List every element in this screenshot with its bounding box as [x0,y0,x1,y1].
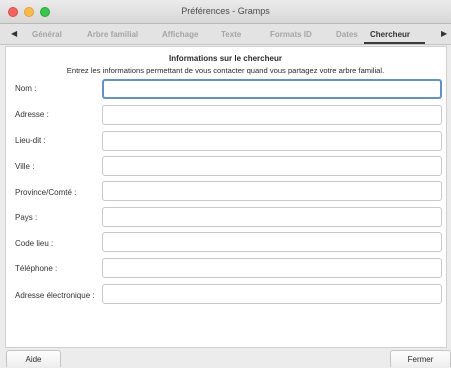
tab-general[interactable]: Général [32,30,62,39]
province-label: Province/Comté : [15,188,77,197]
close-button[interactable]: Fermer [390,350,451,367]
phone-field[interactable] [102,258,442,278]
window-title: Préférences - Gramps [181,6,270,16]
address-field[interactable] [102,105,442,125]
city-label: Ville : [15,162,35,171]
help-button[interactable]: Aide [6,350,61,367]
researcher-heading: Informations sur le chercheur [169,54,282,63]
active-tab-indicator [364,42,425,44]
address-label: Adresse : [15,110,49,119]
tab-texte[interactable]: Texte [221,30,241,39]
phone-label: Téléphone : [15,264,58,273]
window-titlebar: Préférences - Gramps [0,0,451,24]
tab-bar: ◀ Général Arbre familial Affichage Texte… [0,24,451,45]
postal-code-field[interactable] [102,232,442,252]
country-field[interactable] [102,207,442,227]
email-label: Adresse électronique : [15,291,95,300]
name-field[interactable] [102,79,442,99]
country-label: Pays : [15,213,38,222]
tab-arbre-familial[interactable]: Arbre familial [87,30,138,39]
locality-label: Lieu-dit : [15,136,46,145]
postal-code-label: Code lieu : [15,239,54,248]
city-field[interactable] [102,156,442,176]
locality-field[interactable] [102,131,442,151]
tab-dates[interactable]: Dates [336,30,358,39]
province-field[interactable] [102,181,442,201]
researcher-description: Entrez les informations permettant de vo… [66,66,385,75]
email-field[interactable] [102,284,442,304]
tab-chercheur[interactable]: Chercheur [370,30,410,39]
chevron-right-icon[interactable]: ▶ [441,29,447,38]
name-label: Nom : [15,84,37,93]
tab-formats-id[interactable]: Formats ID [270,30,312,39]
tab-affichage[interactable]: Affichage [162,30,198,39]
chevron-left-icon[interactable]: ◀ [11,29,17,38]
